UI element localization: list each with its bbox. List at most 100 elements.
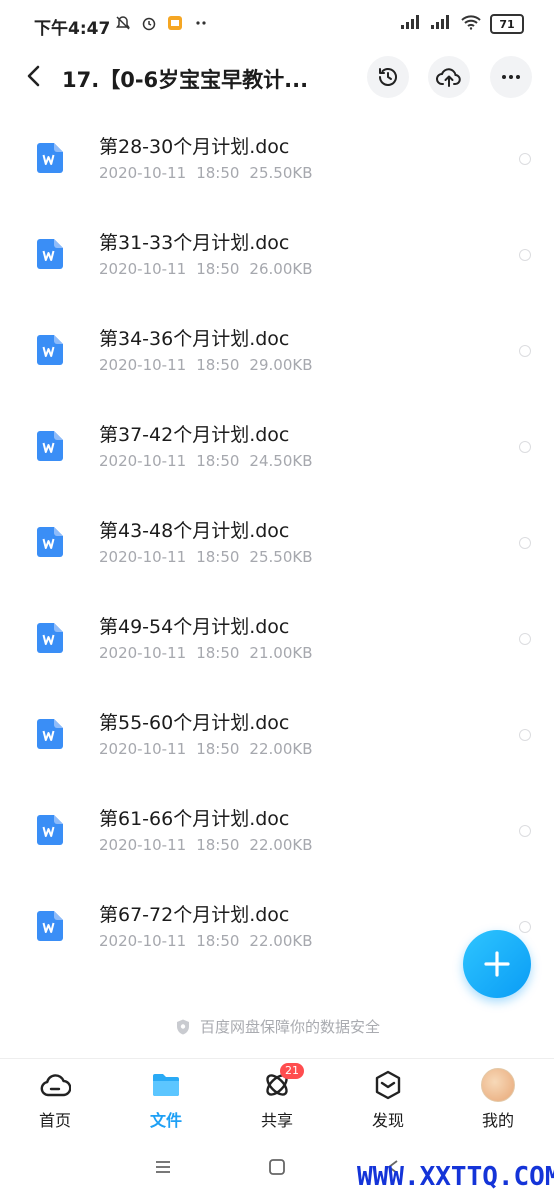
discover-cube-icon [371, 1069, 405, 1101]
battery-indicator: 71 [490, 14, 524, 34]
word-doc-icon [37, 815, 63, 845]
tab-share[interactable]: 21 共享 [237, 1063, 317, 1131]
file-list: 第28-30个月计划.doc 2020-10-11 18:50 25.50KB 第3… [0, 112, 554, 976]
file-name: 第49-54个月计划.doc [99, 616, 290, 638]
file-size: 25.50KB [249, 164, 313, 182]
select-radio[interactable] [519, 153, 531, 165]
select-radio[interactable] [519, 441, 531, 453]
file-name: 第43-48个月计划.doc [99, 520, 290, 542]
cloud-upload-button[interactable] [428, 56, 470, 98]
file-date: 2020-10-11 [99, 452, 187, 470]
file-time: 18:50 [196, 644, 240, 662]
status-time: 下午4:47 [34, 19, 111, 39]
file-meta: 2020-10-11 18:50 29.00KB [99, 356, 323, 374]
file-size: 22.00KB [249, 740, 313, 758]
security-note: 百度网盘保障你的数据安全 [0, 1016, 554, 1040]
more-horizontal-icon [502, 75, 520, 79]
add-button[interactable] [463, 930, 531, 998]
more-notifications-icon [192, 14, 210, 32]
file-size: 22.00KB [249, 836, 313, 854]
menu-nav-button[interactable] [152, 1156, 174, 1178]
file-meta: 2020-10-11 18:50 22.00KB [99, 836, 323, 854]
avatar-wrap [481, 1068, 515, 1102]
file-size: 24.50KB [249, 452, 313, 470]
file-row[interactable]: 第43-48个月计划.doc 2020-10-11 18:50 25.50KB [0, 496, 554, 592]
chevron-left-icon [27, 65, 40, 87]
file-row[interactable]: 第55-60个月计划.doc 2020-10-11 18:50 22.00KB [0, 688, 554, 784]
file-row[interactable]: 第61-66个月计划.doc 2020-10-11 18:50 22.00KB [0, 784, 554, 880]
signal-hd-icon [430, 14, 452, 34]
signal-icon [400, 14, 422, 34]
file-name: 第67-72个月计划.doc [99, 904, 290, 926]
file-row[interactable]: 第28-30个月计划.doc 2020-10-11 18:50 25.50KB [0, 112, 554, 208]
back-button[interactable] [20, 62, 48, 90]
folder-icon [149, 1069, 183, 1101]
file-name: 第31-33个月计划.doc [99, 232, 290, 254]
tab-home[interactable]: 首页 [15, 1069, 95, 1131]
file-meta: 2020-10-11 18:50 25.50KB [99, 164, 323, 182]
tab-discover[interactable]: 发现 [348, 1069, 428, 1131]
select-radio[interactable] [519, 729, 531, 741]
bell-muted-icon [114, 14, 132, 32]
file-row[interactable]: 第49-54个月计划.doc 2020-10-11 18:50 21.00KB [0, 592, 554, 688]
word-doc-icon [37, 911, 63, 941]
cloud-home-icon [38, 1069, 72, 1101]
security-note-text: 百度网盘保障你的数据安全 [199, 1018, 380, 1036]
tab-mine[interactable]: 我的 [458, 1068, 538, 1131]
page-title: 17.【0-6岁宝宝早教计... [62, 68, 309, 92]
tab-discover-label: 发现 [371, 1111, 404, 1130]
select-radio[interactable] [519, 633, 531, 645]
file-time: 18:50 [196, 548, 240, 566]
file-name: 第37-42个月计划.doc [99, 424, 290, 446]
file-name: 第34-36个月计划.doc [99, 328, 290, 350]
file-size: 29.00KB [249, 356, 313, 374]
tab-home-label: 首页 [38, 1111, 71, 1130]
word-doc-icon [37, 527, 63, 557]
watermark-text: WWW.XXTTQ.COM [357, 1162, 554, 1192]
menu-icon [156, 1161, 170, 1173]
file-date: 2020-10-11 [99, 260, 187, 278]
file-date: 2020-10-11 [99, 548, 187, 566]
file-meta: 2020-10-11 18:50 24.50KB [99, 452, 323, 470]
file-row[interactable]: 第31-33个月计划.doc 2020-10-11 18:50 26.00KB [0, 208, 554, 304]
status-notification-icons [114, 14, 210, 32]
tab-files-label: 文件 [149, 1111, 182, 1130]
file-row[interactable]: 第34-36个月计划.doc 2020-10-11 18:50 29.00KB [0, 304, 554, 400]
file-date: 2020-10-11 [99, 836, 187, 854]
file-date: 2020-10-11 [99, 356, 187, 374]
app-notification-icon [166, 14, 184, 32]
more-options-button[interactable] [490, 56, 532, 98]
file-time: 18:50 [196, 740, 240, 758]
file-size: 22.00KB [249, 932, 313, 950]
plus-icon [484, 951, 510, 977]
select-radio[interactable] [519, 921, 531, 933]
status-bar: 下午4:47 71 [0, 0, 554, 50]
file-name: 第55-60个月计划.doc [99, 712, 290, 734]
select-radio[interactable] [519, 825, 531, 837]
file-time: 18:50 [196, 836, 240, 854]
orbit-share-icon: 21 [260, 1063, 304, 1101]
file-time: 18:50 [196, 164, 240, 182]
file-time: 18:50 [196, 260, 240, 278]
tab-files[interactable]: 文件 [126, 1069, 206, 1131]
file-meta: 2020-10-11 18:50 22.00KB [99, 932, 323, 950]
file-row[interactable]: 第37-42个月计划.doc 2020-10-11 18:50 24.50KB [0, 400, 554, 496]
bottom-tab-bar: 首页 文件 21 共享 发现 我的 [0, 1058, 554, 1135]
file-meta: 2020-10-11 18:50 22.00KB [99, 740, 323, 758]
select-radio[interactable] [519, 537, 531, 549]
home-nav-button[interactable] [266, 1156, 288, 1178]
file-name: 第28-30个月计划.doc [99, 136, 290, 158]
status-system-icons: 71 [400, 14, 524, 34]
shield-icon [176, 1019, 189, 1034]
select-radio[interactable] [519, 249, 531, 261]
file-date: 2020-10-11 [99, 932, 187, 950]
file-time: 18:50 [196, 452, 240, 470]
word-doc-icon [37, 143, 63, 173]
alarm-icon [140, 14, 158, 32]
history-button[interactable] [367, 56, 409, 98]
select-radio[interactable] [519, 345, 531, 357]
cloud-upload-icon [436, 68, 461, 87]
history-icon [379, 68, 397, 86]
word-doc-icon [37, 623, 63, 653]
file-date: 2020-10-11 [99, 644, 187, 662]
